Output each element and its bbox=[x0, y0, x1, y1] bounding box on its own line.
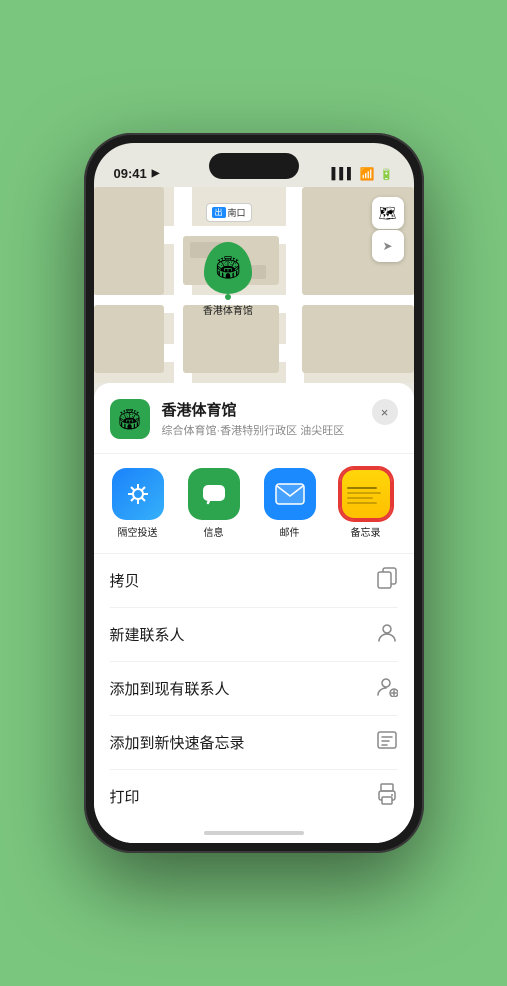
location-header: 🏟 香港体育馆 综合体育馆·香港特别行政区 油尖旺区 × bbox=[94, 399, 414, 454]
share-apps-row: 隔空投送 信息 bbox=[94, 454, 414, 554]
add-existing-label: 添加到现有联系人 bbox=[110, 678, 230, 699]
road-v2 bbox=[286, 187, 304, 383]
map-controls: 🗺 ➤ bbox=[372, 197, 404, 262]
nankou-text: 南口 bbox=[228, 206, 246, 219]
map-background: 出 南口 🗺 ➤ 🏟 香港体育馆 bbox=[94, 187, 414, 383]
airdrop-label: 隔空投送 bbox=[118, 524, 158, 539]
battery-icon: 🔋 bbox=[380, 168, 394, 181]
location-name: 香港体育馆 bbox=[162, 399, 360, 420]
new-contact-label: 新建联系人 bbox=[110, 624, 185, 645]
action-list: 拷贝 新建联系人 bbox=[94, 554, 414, 823]
dynamic-island bbox=[209, 153, 299, 179]
phone-frame: 09:41 ▶ ▌▌▌ 📶 🔋 bbox=[84, 133, 424, 853]
messages-icon bbox=[188, 468, 240, 520]
messages-label: 信息 bbox=[204, 524, 224, 539]
share-app-mail[interactable]: 邮件 bbox=[254, 468, 326, 539]
print-label: 打印 bbox=[110, 786, 140, 807]
map-type-button[interactable]: 🗺 bbox=[372, 197, 404, 229]
action-new-contact[interactable]: 新建联系人 bbox=[110, 608, 398, 662]
marker-label: 香港体育馆 bbox=[203, 302, 253, 317]
status-icons: ▌▌▌ 📶 🔋 bbox=[331, 167, 393, 181]
signal-icon: ▌▌▌ bbox=[331, 168, 354, 180]
new-contact-icon bbox=[376, 621, 398, 648]
mail-label: 邮件 bbox=[280, 524, 300, 539]
home-bar bbox=[204, 831, 304, 835]
location-subtitle: 综合体育馆·香港特别行政区 油尖旺区 bbox=[162, 422, 360, 438]
phone-screen: 09:41 ▶ ▌▌▌ 📶 🔋 bbox=[94, 143, 414, 843]
airdrop-icon bbox=[112, 468, 164, 520]
stadium-marker[interactable]: 🏟 香港体育馆 bbox=[203, 242, 253, 317]
bottom-sheet: 🏟 香港体育馆 综合体育馆·香港特别行政区 油尖旺区 × bbox=[94, 383, 414, 843]
action-print[interactable]: 打印 bbox=[110, 770, 398, 823]
time-display: 09:41 bbox=[114, 166, 147, 181]
copy-label: 拷贝 bbox=[110, 570, 140, 591]
share-app-airdrop[interactable]: 隔空投送 bbox=[102, 468, 174, 539]
mail-icon bbox=[264, 468, 316, 520]
map-area[interactable]: 出 南口 🗺 ➤ 🏟 香港体育馆 bbox=[94, 187, 414, 383]
location-button[interactable]: ➤ bbox=[372, 230, 404, 262]
map-label-nankou: 出 南口 bbox=[206, 203, 252, 222]
action-copy[interactable]: 拷贝 bbox=[110, 554, 398, 608]
wifi-icon: 📶 bbox=[360, 167, 375, 181]
add-existing-icon bbox=[376, 675, 398, 702]
action-add-existing[interactable]: 添加到现有联系人 bbox=[110, 662, 398, 716]
map-block-3 bbox=[94, 305, 164, 374]
location-info: 香港体育馆 综合体育馆·香港特别行政区 油尖旺区 bbox=[162, 399, 360, 438]
status-time: 09:41 ▶ bbox=[114, 166, 160, 181]
quick-note-icon bbox=[376, 729, 398, 756]
notes-lines bbox=[342, 479, 390, 509]
location-arrow-icon: ▶ bbox=[152, 168, 160, 179]
notes-label: 备忘录 bbox=[351, 524, 381, 539]
action-quick-note[interactable]: 添加到新快速备忘录 bbox=[110, 716, 398, 770]
notes-icon bbox=[340, 468, 392, 520]
stadium-icon: 🏟 bbox=[214, 255, 242, 281]
share-app-more[interactable]: 提 bbox=[406, 468, 414, 539]
copy-icon bbox=[376, 567, 398, 594]
share-app-notes[interactable]: 备忘录 bbox=[330, 468, 402, 539]
print-icon bbox=[376, 783, 398, 810]
close-button[interactable]: × bbox=[372, 399, 398, 425]
share-app-messages[interactable]: 信息 bbox=[178, 468, 250, 539]
home-indicator bbox=[94, 823, 414, 843]
map-block-2 bbox=[94, 187, 164, 295]
quick-note-label: 添加到新快速备忘录 bbox=[110, 732, 245, 753]
location-icon: 🏟 bbox=[110, 399, 150, 439]
marker-circle: 🏟 bbox=[204, 242, 252, 294]
map-block-6 bbox=[302, 305, 414, 374]
